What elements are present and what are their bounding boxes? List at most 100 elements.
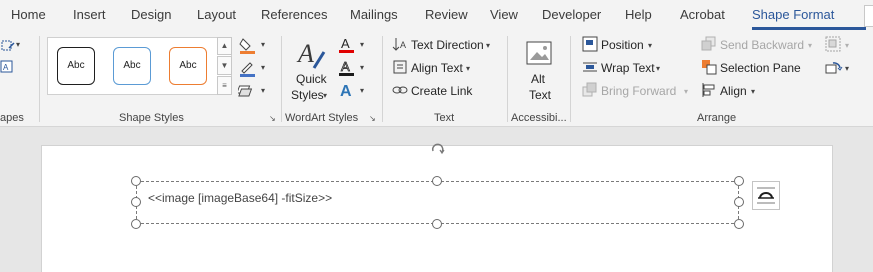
text-box-content[interactable]: <<image [imageBase64] -fitSize>> <box>148 191 332 205</box>
resize-handle-left[interactable] <box>131 197 141 207</box>
chevron-down-icon: ▾ <box>845 41 850 50</box>
quick-styles-icon[interactable]: A <box>296 38 328 72</box>
gallery-scroll-down[interactable]: ▼ <box>217 56 232 75</box>
divider <box>570 36 571 122</box>
align-text-icon[interactable] <box>392 59 408 75</box>
gallery-more-button[interactable]: ≡ <box>217 76 232 95</box>
group-label-accessibility: Accessibi... <box>511 112 567 124</box>
resize-handle-top-right[interactable] <box>734 176 744 186</box>
dialog-launcher-icon[interactable]: ↘ <box>369 114 378 123</box>
shape-styles-gallery: Abc Abc Abc <box>47 37 232 95</box>
tab-acrobat[interactable]: Acrobat <box>680 7 725 22</box>
shape-effects-icon[interactable] <box>238 82 258 98</box>
group-label-arrange: Arrange <box>697 112 737 124</box>
rotate-icon[interactable] <box>825 59 843 75</box>
chevron-down-icon[interactable]: ▾ <box>486 41 490 50</box>
position-icon[interactable] <box>582 36 598 52</box>
tab-developer[interactable]: Developer <box>542 7 601 22</box>
wrap-text-button[interactable]: Wrap Text <box>601 61 655 75</box>
chevron-down-icon[interactable]: ▾ <box>360 63 364 72</box>
create-link-button[interactable]: Create Link <box>411 84 472 98</box>
active-tab-indicator <box>752 27 866 30</box>
divider <box>39 36 40 122</box>
tab-layout[interactable]: Layout <box>197 7 236 22</box>
chevron-down-icon[interactable]: ▾ <box>360 40 364 49</box>
chevron-down-icon[interactable]: ▾ <box>360 86 364 95</box>
wrap-text-icon[interactable] <box>582 59 598 75</box>
alt-text-icon[interactable] <box>525 40 555 68</box>
resize-handle-right[interactable] <box>734 197 744 207</box>
chevron-down-icon[interactable]: ▾ <box>323 91 327 100</box>
position-button[interactable]: Position <box>601 38 644 52</box>
quick-styles-label[interactable]: Quick <box>296 72 327 86</box>
tab-references[interactable]: References <box>261 7 327 22</box>
group-objects-icon <box>825 36 841 52</box>
text-outline-icon[interactable]: A <box>337 59 357 77</box>
chevron-down-icon[interactable]: ▾ <box>261 63 265 72</box>
resize-handle-bottom[interactable] <box>432 219 442 229</box>
text-fill-icon[interactable]: A <box>337 36 357 54</box>
chevron-down-icon[interactable]: ▾ <box>466 64 470 73</box>
text-direction-icon[interactable]: A <box>392 36 408 52</box>
shape-style-preset-2[interactable]: Abc <box>113 47 151 85</box>
chevron-down-icon[interactable]: ▾ <box>261 86 265 95</box>
align-button[interactable]: Align <box>720 84 747 98</box>
group-label-wordart-styles: WordArt Styles <box>285 112 359 124</box>
chevron-down-icon[interactable]: ▾ <box>751 87 755 96</box>
alt-text-label[interactable]: Alt <box>531 72 545 86</box>
send-backward-button: Send Backward <box>720 38 805 52</box>
ribbon-tab-bar: Home Insert Design Layout References Mai… <box>0 0 873 32</box>
chevron-down-icon[interactable]: ▾ <box>648 41 652 50</box>
selection-pane-button[interactable]: Selection Pane <box>720 61 801 75</box>
text-box-icon[interactable]: A <box>0 60 14 74</box>
tab-help[interactable]: Help <box>625 7 652 22</box>
shape-style-preset-1[interactable]: Abc <box>57 47 95 85</box>
group-label-shape-styles: Shape Styles <box>119 112 184 124</box>
divider <box>382 36 383 122</box>
selection-pane-icon[interactable] <box>701 59 717 75</box>
search-box-edge[interactable] <box>864 5 873 27</box>
tab-shape-format[interactable]: Shape Format <box>752 7 834 22</box>
chevron-down-icon[interactable]: ▾ <box>16 40 20 49</box>
chevron-down-icon[interactable]: ▾ <box>261 40 265 49</box>
resize-handle-top[interactable] <box>432 176 442 186</box>
gallery-scroll-up[interactable]: ▲ <box>217 37 232 55</box>
edit-shape-icon[interactable] <box>0 38 16 54</box>
tab-home[interactable]: Home <box>11 7 46 22</box>
tab-mailings[interactable]: Mailings <box>350 7 398 22</box>
dialog-launcher-icon[interactable]: ↘ <box>269 114 278 123</box>
quick-styles-label-2[interactable]: Styles <box>291 88 324 102</box>
chevron-down-icon: ▾ <box>684 87 689 96</box>
chevron-down-icon[interactable]: ▾ <box>845 64 849 73</box>
tab-view[interactable]: View <box>490 7 518 22</box>
shape-style-preset-3[interactable]: Abc <box>169 47 207 85</box>
send-backward-icon <box>701 36 716 51</box>
rotation-handle-icon[interactable] <box>430 141 446 157</box>
tab-insert[interactable]: Insert <box>73 7 106 22</box>
svg-text:A: A <box>400 40 406 50</box>
chevron-down-icon: ▾ <box>808 41 813 50</box>
resize-handle-top-left[interactable] <box>131 176 141 186</box>
group-label-text: Text <box>434 112 455 124</box>
layout-options-button[interactable] <box>752 181 780 210</box>
svg-text:A: A <box>296 39 314 68</box>
align-text-button[interactable]: Align Text <box>411 61 463 75</box>
resize-handle-bottom-left[interactable] <box>131 219 141 229</box>
align-icon[interactable] <box>701 82 717 98</box>
alt-text-label-2[interactable]: Text <box>529 88 551 102</box>
shape-outline-icon[interactable] <box>238 59 258 77</box>
text-effects-icon[interactable]: A <box>337 81 357 99</box>
resize-handle-bottom-right[interactable] <box>734 219 744 229</box>
svg-text:A: A <box>341 59 350 74</box>
text-direction-button[interactable]: Text Direction <box>411 38 484 52</box>
tab-review[interactable]: Review <box>425 7 468 22</box>
svg-text:A: A <box>341 36 350 51</box>
divider <box>281 36 282 122</box>
svg-text:A: A <box>340 83 352 99</box>
bring-forward-icon <box>582 82 597 97</box>
tab-design[interactable]: Design <box>131 7 171 22</box>
shape-fill-icon[interactable] <box>238 36 258 54</box>
chevron-down-icon[interactable]: ▾ <box>656 64 660 73</box>
link-icon[interactable] <box>392 82 408 98</box>
bring-forward-button: Bring Forward <box>601 84 677 98</box>
